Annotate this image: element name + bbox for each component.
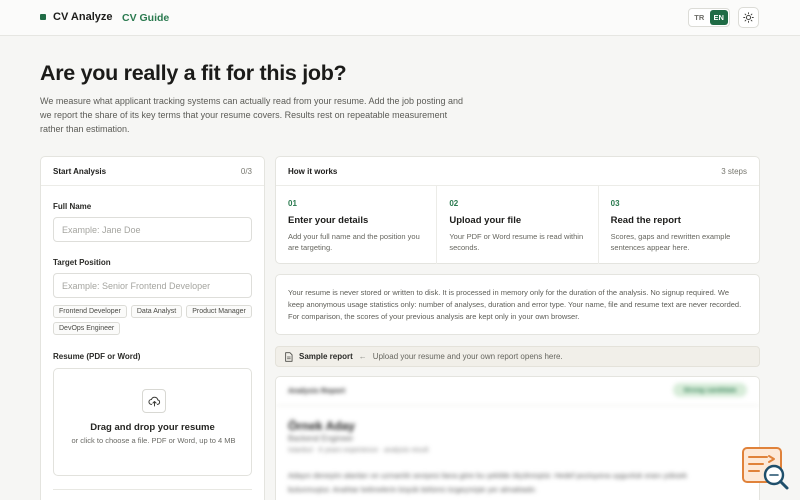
- lang-option-tr[interactable]: TR: [690, 10, 709, 25]
- position-suggestions: Frontend Developer Data Analyst Product …: [53, 305, 253, 335]
- step-title: Enter your details: [288, 215, 369, 226]
- target-position-input[interactable]: [53, 273, 252, 298]
- form-card-header: Start Analysis 0/3: [41, 157, 264, 186]
- step-item: 02 Upload your file Your PDF or Word res…: [437, 186, 599, 264]
- sun-icon: [743, 12, 754, 23]
- step-number: 01: [288, 199, 297, 208]
- privacy-text: Your resume is never stored or written t…: [288, 288, 742, 321]
- report-candidate-role: Backend Engineer: [288, 434, 354, 443]
- report-divider: [276, 405, 759, 406]
- theme-toggle-button[interactable]: [738, 7, 759, 28]
- sample-report-hint: Upload your resume and your own report o…: [372, 352, 563, 361]
- steps-count: 3 steps: [721, 166, 747, 176]
- assistant-launcher-button[interactable]: [741, 446, 791, 492]
- document-icon: [285, 351, 293, 362]
- report-verdict-badge: Strong candidate: [673, 383, 747, 397]
- step-title: Read the report: [610, 215, 681, 226]
- step-number: 03: [610, 199, 620, 208]
- form-divider: [53, 489, 252, 490]
- page-title: Are you really a fit for this job?: [40, 61, 347, 85]
- nav-cv-guide-link[interactable]: CV Guide: [122, 12, 169, 24]
- resume-dropzone[interactable]: Drag and drop your resume or click to ch…: [53, 368, 252, 476]
- suggestion-chip[interactable]: DevOps Engineer: [53, 322, 121, 335]
- arrow-left-icon: ←: [358, 352, 367, 361]
- full-name-input[interactable]: [53, 217, 252, 242]
- dropzone-title: Drag and drop your resume: [90, 422, 215, 433]
- form-progress-counter: 0/3: [240, 166, 252, 176]
- blurred-report-content: Analysis Report Strong candidate Örnek A…: [276, 377, 759, 500]
- report-summary-text: Adayın deneyim alanları ve uzmanlık sevi…: [288, 471, 687, 494]
- upload-cloud-icon: [142, 389, 166, 413]
- start-analysis-card: Start Analysis 0/3 Full Name Target Posi…: [40, 156, 265, 500]
- report-heading: Analysis Report: [288, 386, 346, 395]
- step-description: Scores, gaps and rewritten example sente…: [610, 232, 731, 252]
- full-name-label: Full Name: [53, 202, 92, 211]
- sample-report-preview: Analysis Report Strong candidate Örnek A…: [275, 376, 760, 500]
- document-search-icon: [742, 447, 789, 490]
- step-number: 02: [449, 199, 459, 208]
- suggestion-chip[interactable]: Frontend Developer: [53, 305, 127, 318]
- sample-report-title: Sample report: [299, 352, 353, 361]
- report-candidate-name: Örnek Aday: [288, 419, 355, 433]
- form-card-title: Start Analysis: [53, 166, 107, 176]
- step-item: 01 Enter your details Add your full name…: [276, 186, 438, 264]
- dropzone-subtitle: or click to choose a file. PDF or Word, …: [71, 436, 236, 445]
- resume-label: Resume (PDF or Word): [53, 352, 141, 361]
- language-switch: TR EN: [688, 8, 730, 27]
- suggestion-chip[interactable]: Product Manager: [186, 305, 252, 318]
- brand-logo-icon: [40, 14, 46, 20]
- lang-option-en[interactable]: EN: [709, 10, 728, 25]
- how-card-header: How it works 3 steps: [276, 157, 759, 186]
- top-bar: CV Analyze CV Guide TR EN: [0, 0, 800, 36]
- suggestion-chip[interactable]: Data Analyst: [130, 305, 183, 318]
- hero-description: We measure what applicant tracking syste…: [40, 96, 464, 134]
- privacy-notice: Your resume is never stored or written t…: [275, 274, 760, 335]
- step-description: Add your full name and the position you …: [288, 232, 420, 252]
- how-card-title: How it works: [288, 166, 338, 176]
- sample-report-bar: Sample report ← Upload your resume and y…: [275, 346, 760, 367]
- step-description: Your PDF or Word resume is read within s…: [449, 232, 584, 252]
- how-it-works-card: How it works 3 steps 01 Enter your detai…: [275, 156, 760, 264]
- target-position-label: Target Position: [53, 258, 111, 267]
- brand[interactable]: CV Analyze: [40, 11, 113, 23]
- step-title: Upload your file: [449, 215, 522, 226]
- step-item: 03 Read the report Scores, gaps and rewr…: [599, 186, 759, 264]
- report-meta: Istanbul · 6 years experience · analysis…: [288, 447, 429, 454]
- steps-list: 01 Enter your details Add your full name…: [276, 186, 759, 264]
- brand-name: CV Analyze: [53, 11, 113, 23]
